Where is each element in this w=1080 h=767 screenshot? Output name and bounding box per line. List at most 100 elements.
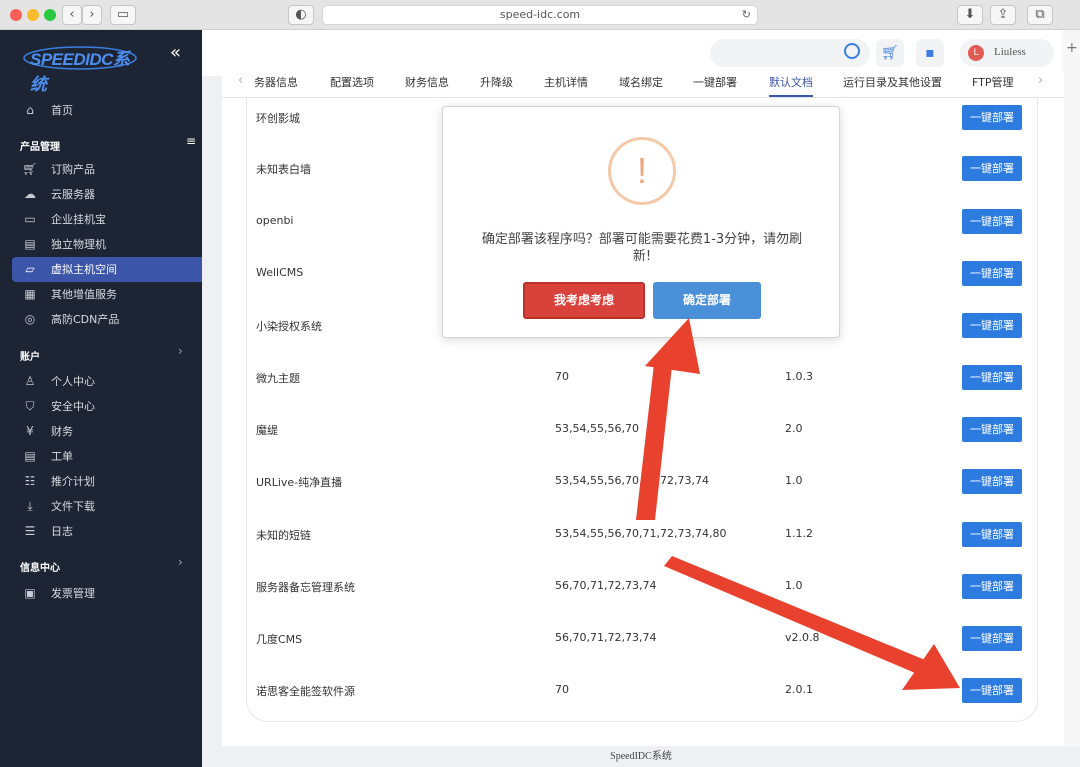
cdn-icon: ◎ [24, 312, 36, 326]
sidebar-item-label: 企业挂机宝 [51, 213, 106, 226]
browser-window: ‹ › ▭ ◐ speed-idc.com ↻ ⬇ ⇪ ⧉ SPEEDIDC系统… [0, 0, 1080, 767]
sidebar-item-downloads[interactable]: ⤓ 文件下载 [12, 494, 202, 519]
address-bar[interactable]: speed-idc.com ↻ [322, 5, 758, 25]
forward-icon[interactable]: › [82, 5, 102, 25]
program-name: 魔缇 [256, 424, 278, 437]
cart-icon[interactable]: 🛒︎ [876, 39, 904, 67]
deploy-button[interactable]: 一键部署 [962, 469, 1022, 494]
tab-ftp[interactable]: FTP管理 [972, 74, 1014, 90]
download-icon[interactable]: ⬇ [957, 5, 983, 25]
back-icon[interactable]: ‹ [62, 5, 82, 25]
table-row: 服务器备忘管理系统 56,70,71,72,73,74 1.0 一键部署 [247, 557, 1039, 608]
program-name: 未知表白墙 [256, 163, 311, 176]
program-version: 1.0 [785, 474, 803, 487]
tab-default-doc[interactable]: 默认文档 [769, 74, 813, 97]
warning-mark: ! [636, 150, 647, 191]
finance-icon: ¥ [26, 424, 34, 438]
folder-icon: ▱ [25, 262, 35, 276]
tab-scroll-right-icon[interactable]: › [1038, 73, 1043, 88]
new-tab-icon[interactable]: + [1066, 40, 1078, 56]
deploy-button[interactable]: 一键部署 [962, 678, 1022, 703]
tab-upgrade[interactable]: 升降级 [480, 74, 513, 90]
cancel-button[interactable]: 我考虑考虑 [523, 282, 645, 319]
shield-icon: ⛉ [25, 399, 35, 413]
reload-icon[interactable]: ↻ [742, 6, 751, 24]
deploy-button[interactable]: 一键部署 [962, 156, 1022, 181]
tab-server-info[interactable]: 务器信息 [254, 74, 298, 90]
php-versions: 56,70,71,72,73,74 [555, 579, 657, 592]
sidebar-item-security[interactable]: ⛉ 安全中心 [12, 394, 202, 419]
php-versions: 70 [555, 370, 569, 383]
program-name: openbi [256, 214, 294, 227]
deploy-button[interactable]: 一键部署 [962, 209, 1022, 234]
sidebar-item-cdn[interactable]: ◎ 高防CDN产品 [12, 307, 202, 332]
logo[interactable]: SPEEDIDC系统 [22, 42, 142, 94]
tab-bar: ‹ 务器信息 配置选项 财务信息 升降级 主机详情 域名绑定 一键部署 默认文档… [222, 72, 1064, 98]
privacy-icon[interactable]: ◐ [288, 5, 314, 25]
tab-deploy[interactable]: 一键部署 [693, 74, 737, 90]
sidebar-item-referral[interactable]: ☷ 推介计划 [12, 469, 202, 494]
search-icon[interactable] [844, 43, 860, 59]
deploy-button[interactable]: 一键部署 [962, 365, 1022, 390]
tab-scroll-left-icon[interactable]: ‹ [238, 73, 243, 88]
tab-run-dir[interactable]: 运行目录及其他设置 [843, 74, 942, 90]
message-icon[interactable]: ▪ [916, 39, 944, 67]
sidebar-item-dedicated[interactable]: ▤ 独立物理机 [12, 232, 202, 257]
program-version: 1.1.2 [785, 527, 813, 540]
deploy-button[interactable]: 一键部署 [962, 626, 1022, 651]
tab-domain[interactable]: 域名绑定 [619, 74, 663, 90]
deploy-button[interactable]: 一键部署 [962, 417, 1022, 442]
program-version: 2.0 [785, 422, 803, 435]
tab-host-detail[interactable]: 主机详情 [544, 74, 588, 90]
deploy-button[interactable]: 一键部署 [962, 574, 1022, 599]
sidebar-item-label: 发票管理 [51, 587, 95, 600]
deploy-button[interactable]: 一键部署 [962, 105, 1022, 130]
chevron-right-icon[interactable]: › [178, 344, 183, 358]
sidebar-item-finance[interactable]: ¥ 财务 [12, 419, 202, 444]
php-versions: 56,70,71,72,73,74 [555, 631, 657, 644]
home-icon: ⌂ [26, 103, 34, 117]
deploy-button[interactable]: 一键部署 [962, 261, 1022, 286]
user-icon: ♙ [24, 374, 36, 388]
right-edge-strip [1062, 30, 1080, 767]
chevron-right-icon[interactable]: › [178, 555, 183, 569]
tab-finance[interactable]: 财务信息 [405, 74, 449, 90]
deploy-button[interactable]: 一键部署 [962, 522, 1022, 547]
sidebar-item-home[interactable]: ⌂ 首页 [12, 98, 202, 123]
search-input[interactable] [710, 39, 870, 67]
program-name: 服务器备忘管理系统 [256, 581, 355, 594]
confirm-deploy-button[interactable]: 确定部署 [653, 282, 761, 319]
sidebar-item-label: 虚拟主机空间 [51, 263, 117, 276]
table-row: 未知的短链 53,54,55,56,70,71,72,73,74,80 1.1.… [247, 506, 1039, 557]
sidebar-item-tickets[interactable]: ▤ 工单 [12, 444, 202, 469]
program-name: WellCMS [256, 266, 304, 279]
maximize-window-icon[interactable] [44, 9, 56, 21]
user-menu[interactable]: L Liuless [960, 39, 1054, 67]
sidebar-item-profile[interactable]: ♙ 个人中心 [12, 369, 202, 394]
table-row: 诺思客全能签软件源 70 2.0.1 一键部署 [247, 659, 1039, 710]
sidebar-item-other-services[interactable]: ▦ 其他增值服务 [12, 282, 202, 307]
deploy-button[interactable]: 一键部署 [962, 313, 1022, 338]
sidebar-item-order[interactable]: 🛒︎ 订购产品 [12, 157, 202, 182]
sidebar-item-invoice[interactable]: ▣ 发票管理 [12, 581, 202, 606]
sidebar-item-virtual-host[interactable]: ▱ 虚拟主机空间 [12, 257, 202, 282]
tabs-icon[interactable]: ⧉ [1027, 5, 1053, 25]
sidebar-toggle-icon[interactable]: ▭ [110, 5, 136, 25]
collapse-sidebar-icon[interactable]: « [170, 42, 181, 63]
sidebar-item-vps[interactable]: ▭ 企业挂机宝 [12, 207, 202, 232]
tab-config[interactable]: 配置选项 [330, 74, 374, 90]
minimize-window-icon[interactable] [27, 9, 39, 21]
close-window-icon[interactable] [10, 9, 22, 21]
menu-icon[interactable]: ≡ [186, 134, 196, 148]
sidebar-item-label: 安全中心 [51, 400, 95, 413]
sidebar-item-label: 高防CDN产品 [51, 313, 120, 326]
sidebar-item-logs[interactable]: ☰ 日志 [12, 519, 202, 544]
grid-icon: ▦ [24, 287, 36, 301]
sidebar-item-cloud[interactable]: ☁ 云服务器 [12, 182, 202, 207]
dialog-message: 确定部署该程序吗？部署可能需要花费1-3分钟，请勿刷新! [481, 232, 803, 264]
section-info-heading: 信息中心 [20, 563, 60, 574]
program-version: v2.0.8 [785, 631, 820, 644]
footer-text: SpeedIDC系统 [202, 746, 1080, 767]
log-icon: ☰ [24, 524, 36, 538]
share-icon[interactable]: ⇪ [990, 5, 1016, 25]
